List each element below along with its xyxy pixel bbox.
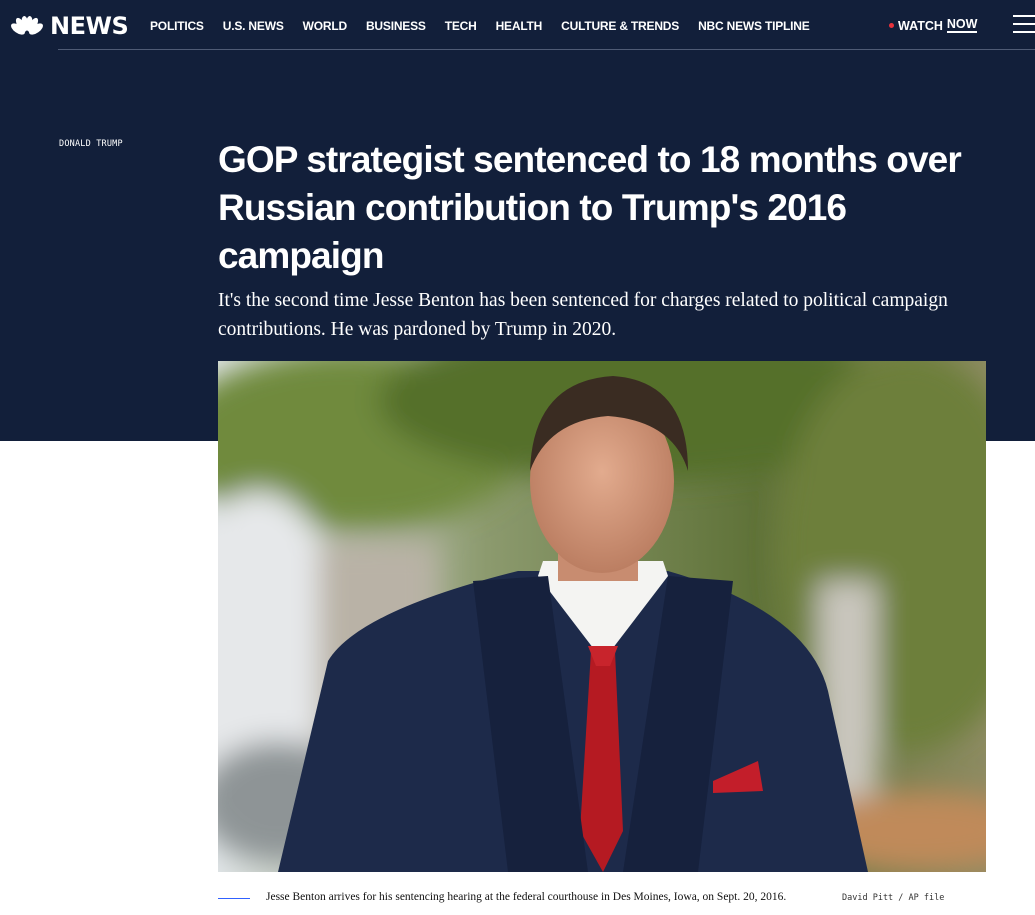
- nav-item-tech[interactable]: TECH: [445, 19, 477, 33]
- watch-now-label: NOW: [946, 17, 978, 33]
- article-hero-photo: [218, 361, 986, 872]
- photo-caption: Jesse Benton arrives for his sentencing …: [266, 891, 787, 903]
- section-nav: POLITICS U.S. NEWS WORLD BUSINESS TECH H…: [150, 19, 829, 33]
- nav-item-politics[interactable]: POLITICS: [150, 19, 204, 33]
- nbc-peacock-icon: [10, 16, 44, 38]
- article-dek: It's the second time Jesse Benton has be…: [218, 290, 948, 340]
- top-navigation: NEWS POLITICS U.S. NEWS WORLD BUSINESS T…: [0, 0, 1035, 50]
- live-dot-icon: [889, 23, 894, 28]
- nav-item-business[interactable]: BUSINESS: [366, 19, 426, 33]
- nav-item-health[interactable]: HEALTH: [496, 19, 543, 33]
- watch-label: WATCH: [898, 18, 943, 33]
- brand-wordmark: NEWS: [50, 12, 129, 40]
- article-headline: GOP strategist sentenced to 18 months ov…: [218, 139, 962, 276]
- nav-item-us-news[interactable]: U.S. NEWS: [223, 19, 284, 33]
- caption-rule: [218, 898, 250, 899]
- nav-item-culture-trends[interactable]: CULTURE & TRENDS: [561, 19, 679, 33]
- photo-credit: David Pitt / AP file: [842, 893, 945, 903]
- nbc-news-logo[interactable]: NEWS: [10, 11, 129, 41]
- watch-now-button[interactable]: WATCH NOW: [889, 17, 978, 33]
- article-kicker[interactable]: DONALD TRUMP: [59, 139, 123, 149]
- nav-divider: [58, 49, 1035, 50]
- nav-item-world[interactable]: WORLD: [303, 19, 348, 33]
- hamburger-menu-icon[interactable]: [1013, 15, 1035, 35]
- nav-item-nbc-news-tipline[interactable]: NBC NEWS TIPLINE: [698, 19, 810, 33]
